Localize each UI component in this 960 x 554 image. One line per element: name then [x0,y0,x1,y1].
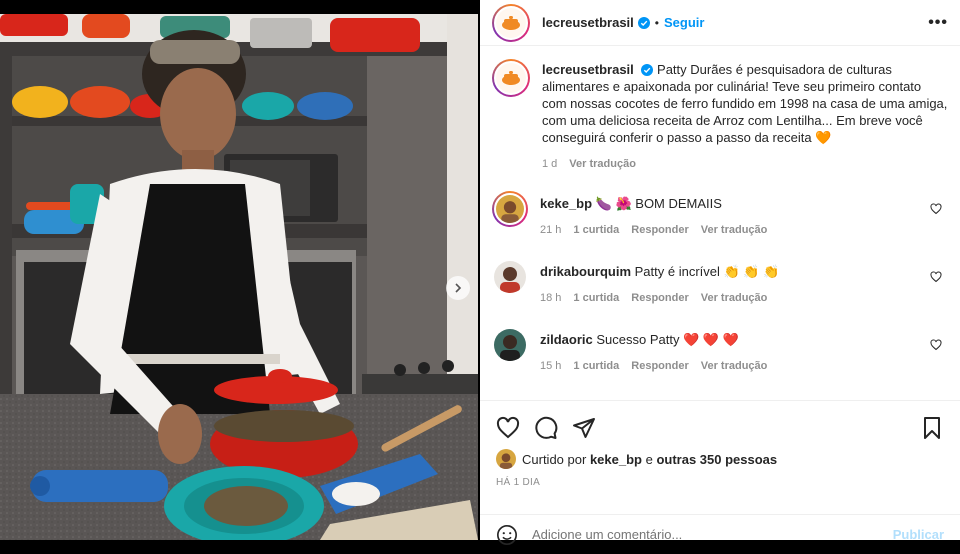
comment-item: zildaoric Sucesso Patty ❤️ ❤️ ❤️ 15 h 1 … [492,329,948,375]
comment-time[interactable]: 15 h [540,358,561,375]
comments-list[interactable]: lecreusetbrasil Patty Durães é pesquisad… [480,47,960,397]
caption: lecreusetbrasil Patty Durães é pesquisad… [492,59,948,173]
commenter-avatar[interactable] [492,191,528,227]
liked-by-prefix: Curtido por [522,451,587,467]
liked-by-line: Curtido por keke_bp e outras 350 pessoas [496,449,944,469]
caption-translate-link[interactable]: Ver tradução [569,156,636,173]
comment-username[interactable]: zildaoric [540,332,593,347]
reply-button[interactable]: Responder [631,290,688,307]
reply-button[interactable]: Responder [631,358,688,375]
comment-item: keke_bp 🍆 🌺 BOM DEMAIIS 21 h 1 curtida R… [492,191,948,239]
verified-badge-icon [641,64,654,76]
post-modal: lecreusetbrasil • Seguir ••• lecreusetbr… [0,0,960,545]
comment-item: drikabourquim Patty é incrível 👏 👏 👏 18 … [492,261,948,307]
post-date[interactable]: HÁ 1 DIA [496,477,944,488]
kitchen-photo-illustration [0,14,478,540]
post-photo[interactable] [0,14,478,540]
avatar-photo [494,329,526,361]
heart-icon[interactable] [496,416,520,440]
comment-text: 🍆 🌺 BOM DEMAIIS [595,196,722,211]
translate-link[interactable]: Ver tradução [701,358,768,375]
liked-by-others[interactable]: outras 350 pessoas [656,452,777,467]
more-options-button[interactable]: ••• [928,14,948,32]
author-avatar[interactable] [492,3,530,42]
avatar-photo [496,449,516,469]
emoji-icon[interactable] [496,524,518,546]
commenter-avatar[interactable] [494,329,526,361]
like-comment-heart-icon[interactable] [930,271,942,283]
comment-likes-count[interactable]: 1 curtida [573,222,619,239]
share-icon[interactable] [572,416,596,440]
liked-by-middle: e [645,451,653,467]
liker-avatar[interactable] [496,449,516,469]
avatar-photo [496,195,524,223]
comment-time[interactable]: 18 h [540,290,561,307]
chevron-right-icon [455,283,462,293]
comment-likes-count[interactable]: 1 curtida [573,290,619,307]
reply-button[interactable]: Responder [631,222,688,239]
caption-time[interactable]: 1 d [542,156,557,173]
le-creuset-logo-icon [496,63,526,93]
comment-icon[interactable] [534,416,558,440]
post-header: lecreusetbrasil • Seguir ••• [480,0,960,46]
like-comment-heart-icon[interactable] [930,203,942,215]
comment-text: Sucesso Patty ❤️ ❤️ ❤️ [596,332,739,347]
le-creuset-logo-icon [496,7,526,38]
post-side-panel: lecreusetbrasil • Seguir ••• lecreusetbr… [480,0,960,545]
comment-time[interactable]: 21 h [540,222,561,239]
liked-by-user[interactable]: keke_bp [590,452,642,467]
translate-link[interactable]: Ver tradução [701,222,768,239]
comment-text: Patty é incrível 👏 👏 👏 [634,264,780,279]
author-username[interactable]: lecreusetbrasil [542,15,634,30]
comment-likes-count[interactable]: 1 curtida [573,358,619,375]
caption-username[interactable]: lecreusetbrasil [542,62,634,77]
avatar-photo [494,261,526,293]
comment-username[interactable]: drikabourquim [540,264,631,279]
like-comment-heart-icon[interactable] [930,339,942,351]
commenter-avatar[interactable] [494,261,526,293]
verified-badge-icon [637,16,650,29]
comment-username[interactable]: keke_bp [540,196,592,211]
post-actions: Curtido por keke_bp e outras 350 pessoas… [480,400,960,488]
follow-button[interactable]: Seguir [664,15,704,30]
comment-composer: Publicar [480,514,960,554]
translate-link[interactable]: Ver tradução [701,290,768,307]
caption-avatar[interactable] [492,59,530,97]
bookmark-icon[interactable] [920,416,944,440]
next-photo-button[interactable] [446,276,470,300]
separator-dot: • [654,15,659,30]
